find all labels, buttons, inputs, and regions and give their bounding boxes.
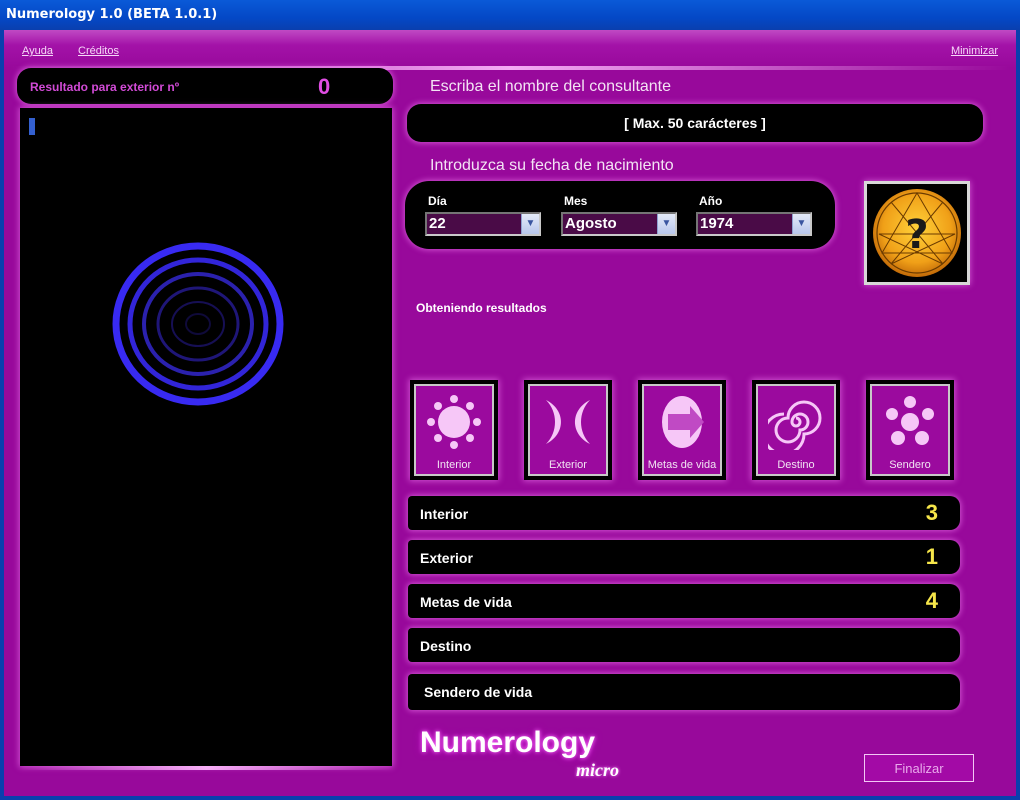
month-chevron-down-icon[interactable]: ▼ [657,214,675,234]
result-row-interior: Interior 3 [408,496,960,530]
result-row-label: Exterior [420,550,473,566]
window-frame-bottom [0,796,1020,800]
year-label: Año [699,194,723,208]
sun-icon [427,395,481,449]
card-interior[interactable]: Interior [410,380,498,480]
crescents-icon [546,400,590,444]
year-select[interactable]: 1974 ▼ [696,212,812,236]
card-exterior[interactable]: Exterior [524,380,612,480]
result-output-area[interactable] [20,108,392,766]
enneagram-question-icon: ? [873,189,961,277]
svg-text:?: ? [905,212,928,258]
result-row-value: 4 [925,588,938,613]
day-value: 22 [429,215,446,232]
spiral-icon [768,400,822,450]
result-row-destino: Destino [408,628,960,662]
brand-logo: Numerology [420,726,596,759]
finalize-button[interactable]: Finalizar [864,754,974,782]
card-destino-label: Destino [777,459,815,471]
card-sendero-face: Sendero [870,384,950,476]
year-value: 1974 [700,215,734,232]
birthdate-heading: Introduzca su fecha de nacimiento [430,157,674,174]
credits-link[interactable]: Créditos [78,45,119,57]
result-row-label: Destino [420,638,472,654]
title-bar: Numerology 1.0 (BETA 1.0.1) [0,0,1020,30]
month-value: Agosto [565,215,617,232]
result-row-metas-de-vida: Metas de vida 4 [408,584,960,618]
card-metas-de-vida[interactable]: Metas de vida [638,380,726,480]
day-select[interactable]: 22 ▼ [425,212,541,236]
result-row-value: 3 [925,500,938,525]
card-exterior-label: Exterior [549,459,587,471]
card-exterior-face: Exterior [528,384,608,476]
app-window: Numerology 1.0 (BETA 1.0.1) Ayuda Crédit… [0,0,1020,800]
card-sendero[interactable]: Sendero [866,380,954,480]
enneagram-button[interactable]: ? [864,181,970,285]
result-row-label: Interior [420,506,469,522]
card-metas-face: Metas de vida [642,384,722,476]
minimize-link[interactable]: Minimizar [951,45,998,57]
result-row-exterior: Exterior 1 [408,540,960,574]
result-row-sendero-de-vida: Sendero de vida [408,674,960,710]
month-label: Mes [564,194,588,208]
month-select[interactable]: Agosto ▼ [561,212,677,236]
card-metas-label: Metas de vida [647,459,717,471]
output-bottom-glow [16,766,396,770]
result-number: 0 [318,74,331,99]
card-interior-face: Interior [414,384,494,476]
card-interior-label: Interior [436,459,472,471]
window-frame-left [0,30,4,800]
window-frame-right [1016,30,1020,800]
result-row-label: Sendero de vida [424,684,533,700]
result-label: Resultado para exterior nº [30,80,180,94]
window-title: Numerology 1.0 (BETA 1.0.1) [6,7,218,22]
text-caret [29,118,35,135]
circles-icon [886,396,934,445]
name-heading: Escriba el nombre del consultante [430,78,672,95]
card-destino[interactable]: Destino [752,380,840,480]
card-destino-face: Destino [756,384,836,476]
card-sendero-label: Sendero [889,459,931,471]
menu-bar: Ayuda Créditos Minimizar [4,30,1016,68]
status-text: Obteniendo resultados [416,301,547,315]
arrow-oval-icon [662,396,704,448]
result-row-value: 1 [925,544,938,569]
result-row-label: Metas de vida [420,594,512,610]
year-chevron-down-icon[interactable]: ▼ [792,214,810,234]
help-link[interactable]: Ayuda [22,45,53,57]
brand-edition: micro [576,760,619,780]
spiral-animation-icon [112,242,284,406]
day-label: Día [428,194,447,208]
client-name-input[interactable] [407,104,983,142]
day-chevron-down-icon[interactable]: ▼ [521,214,539,234]
